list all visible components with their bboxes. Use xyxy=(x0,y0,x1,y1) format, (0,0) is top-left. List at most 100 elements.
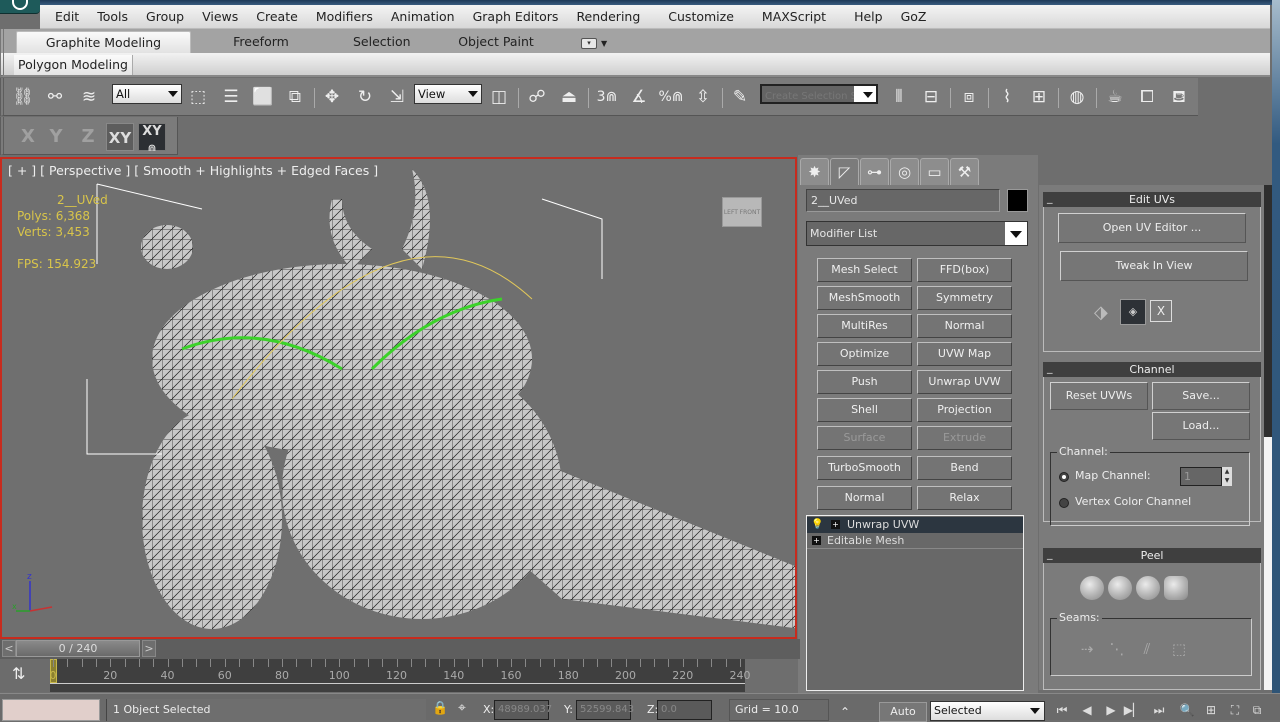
select-by-name-icon[interactable]: ☰ xyxy=(218,85,244,109)
rollout-header-channel[interactable]: _ Channel xyxy=(1043,361,1261,377)
display-tab-icon[interactable]: ▭ xyxy=(920,158,949,185)
scale-icon[interactable]: ⇲ xyxy=(384,85,410,109)
layer-manager-icon[interactable]: ⧈ xyxy=(956,85,982,109)
modifier-button-mesh-select[interactable]: Mesh Select xyxy=(817,258,912,282)
modifier-button-push[interactable]: Push xyxy=(817,370,912,394)
map-channel-radio[interactable] xyxy=(1059,472,1069,482)
load-button[interactable]: Load... xyxy=(1152,412,1250,440)
window-crossing-icon[interactable]: ⧉ xyxy=(282,85,308,109)
edit-named-selection-icon[interactable]: ✎ xyxy=(727,85,753,109)
time-slider-thumb[interactable]: 0 / 240 xyxy=(16,640,140,657)
show-map-seam-icon[interactable]: ◈ xyxy=(1120,299,1146,325)
menu-animation[interactable]: Animation xyxy=(382,9,464,24)
tweak-in-view-button[interactable]: Tweak In View xyxy=(1060,251,1248,281)
modifier-button-turbosmooth[interactable]: TurboSmooth xyxy=(817,456,912,480)
modifier-button-normal[interactable]: Normal xyxy=(917,314,1012,338)
mini-curve-editor-icon[interactable]: ⇅ xyxy=(12,664,25,683)
zoom-extents-icon[interactable]: ⛶ xyxy=(1224,701,1246,719)
menu-edit[interactable]: Edit xyxy=(46,9,88,24)
point-to-point-seams-icon[interactable]: ⋱ xyxy=(1105,637,1129,661)
ribbon-options-dropdown[interactable]: ▾ ▼ xyxy=(571,38,617,49)
play-icon[interactable]: ▶ xyxy=(1100,701,1122,719)
modifier-button-symmetry[interactable]: Symmetry xyxy=(917,286,1012,310)
rollout-header-peel[interactable]: _ Peel xyxy=(1043,547,1261,563)
absolute-relative-mode-icon[interactable]: ⌖ xyxy=(458,700,466,716)
tab-selection[interactable]: Selection xyxy=(331,31,421,53)
maxscript-listener-mini[interactable] xyxy=(2,699,100,721)
modifier-button-meshsmooth[interactable]: MeshSmooth xyxy=(817,286,912,310)
zoom-all-icon[interactable]: ⊞ xyxy=(1200,701,1222,719)
motion-tab-icon[interactable]: ◎ xyxy=(890,158,919,185)
viewcube[interactable]: LEFT FRONT xyxy=(722,197,762,227)
menu-help[interactable]: Help xyxy=(845,9,892,24)
tab-graphite-modeling-tools[interactable]: Graphite Modeling Tools xyxy=(16,31,191,72)
modify-tab-icon[interactable]: ◸ xyxy=(830,158,859,185)
modifier-button-multires[interactable]: MultiRes xyxy=(817,314,912,338)
material-editor-icon[interactable]: ◍ xyxy=(1064,85,1090,109)
modifier-button-relax[interactable]: Relax xyxy=(917,486,1012,510)
menu-group[interactable]: Group xyxy=(137,9,193,24)
render-production-icon[interactable]: ⛾ xyxy=(1166,85,1192,109)
spinner-snap-icon[interactable]: ⇳ xyxy=(690,85,716,109)
select-object-icon[interactable]: ⬚ xyxy=(185,85,211,109)
menu-goz[interactable]: GoZ xyxy=(892,9,936,24)
zoom-icon[interactable]: 🔍 xyxy=(1176,701,1198,719)
reference-coord-dropdown[interactable]: View xyxy=(414,84,482,104)
modifier-button-projection[interactable]: Projection xyxy=(917,398,1012,422)
save-button[interactable]: Save... xyxy=(1152,382,1250,410)
next-frame-icon[interactable]: ▶▏ xyxy=(1122,701,1144,719)
time-slider-next-button[interactable]: > xyxy=(142,640,156,657)
angle-snap-icon[interactable]: ∡ xyxy=(626,85,652,109)
time-slider-prev-button[interactable]: < xyxy=(2,640,16,657)
modifier-list-dropdown[interactable]: Modifier List xyxy=(806,221,1028,246)
utilities-tab-icon[interactable]: ⚒ xyxy=(950,158,979,185)
menu-customize[interactable]: Customize xyxy=(659,9,743,24)
move-icon[interactable]: ✥ xyxy=(319,85,345,109)
tab-freeform[interactable]: Freeform xyxy=(191,31,331,53)
x-coordinate-field[interactable]: 48989.037 xyxy=(494,700,552,720)
selection-filter-dropdown[interactable]: All xyxy=(112,84,182,104)
align-icon[interactable]: ⊟ xyxy=(918,85,944,109)
zoom-extents-all-icon[interactable]: ⧉ xyxy=(1246,701,1268,719)
track-bar[interactable]: 0 20 40 60 80 100 120 140 160 180 200 220 240 xyxy=(50,659,751,692)
snaps-toggle-icon[interactable]: 3⋒ xyxy=(594,85,620,109)
expand-icon[interactable]: + xyxy=(812,536,821,545)
y-coordinate-field[interactable]: 52599.843 xyxy=(576,700,634,720)
modifier-button-normal-2[interactable]: Normal xyxy=(817,486,912,510)
reset-peel-icon[interactable] xyxy=(1136,576,1160,600)
peel-mode-icon[interactable] xyxy=(1108,576,1132,600)
modifier-button-extrude[interactable]: Extrude xyxy=(917,426,1012,450)
menu-views[interactable]: Views xyxy=(193,9,247,24)
stack-item-editable-mesh[interactable]: + Editable Mesh xyxy=(807,533,1023,549)
manipulate-icon[interactable]: ☍ xyxy=(524,85,550,109)
previous-frame-icon[interactable]: ◀ xyxy=(1076,701,1098,719)
mirror-icon[interactable]: ⫴ xyxy=(886,85,912,109)
axis-xy-button[interactable]: XY xyxy=(106,123,134,151)
rollout-header-edit-uvs[interactable]: _ Edit UVs xyxy=(1043,191,1261,207)
modifier-button-optimize[interactable]: Optimize xyxy=(817,342,912,366)
unlink-icon[interactable]: ⚯ xyxy=(42,85,68,109)
link-icon[interactable]: ⛓ xyxy=(10,85,36,109)
panel-polygon-modeling[interactable]: Polygon Modeling xyxy=(14,55,133,75)
map-channel-input[interactable]: 1 xyxy=(1180,467,1222,486)
map-channel-spinner[interactable]: ▲ ▼ xyxy=(1222,467,1232,486)
app-logo-button[interactable] xyxy=(0,0,40,14)
tab-object-paint[interactable]: Object Paint xyxy=(421,31,571,53)
axis-constraint-lock-button[interactable]: XY ⋒ xyxy=(138,123,166,154)
percent-snap-icon[interactable]: %⋒ xyxy=(658,85,684,109)
modifier-button-uvw-map[interactable]: UVW Map xyxy=(917,342,1012,366)
menu-create[interactable]: Create xyxy=(247,9,307,24)
menu-graph-editors[interactable]: Graph Editors xyxy=(464,9,568,24)
scrollbar-thumb[interactable] xyxy=(1264,437,1272,690)
keyboard-shortcut-icon[interactable]: ⏏ xyxy=(556,85,582,109)
go-to-start-icon[interactable]: ⏮ xyxy=(1051,701,1073,719)
lightbulb-icon[interactable]: 💡 xyxy=(811,517,823,533)
quick-planar-map-icon[interactable]: ⬗ xyxy=(1094,302,1118,326)
vertex-color-channel-radio[interactable] xyxy=(1059,498,1069,508)
go-to-end-icon[interactable]: ⏭ xyxy=(1148,701,1170,719)
perspective-viewport[interactable]: [ + ] [ Perspective ] [ Smooth + Highlig… xyxy=(0,157,797,639)
key-filter-dropdown[interactable]: Selected xyxy=(930,701,1045,721)
rollout-scrollbar[interactable] xyxy=(1264,185,1272,690)
stack-item-unwrap-uvw[interactable]: 💡 + Unwrap UVW xyxy=(807,517,1023,533)
hierarchy-tab-icon[interactable]: ⊶ xyxy=(860,158,889,185)
